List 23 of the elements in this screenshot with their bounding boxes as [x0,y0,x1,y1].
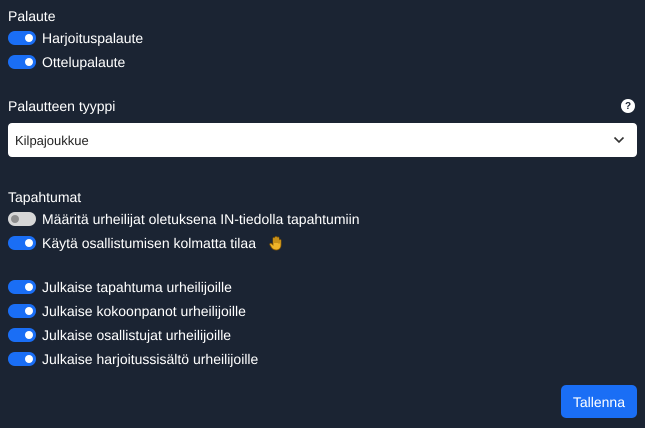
dropdown-field[interactable]: Kilpajoukkue [8,123,637,157]
section-title: Palaute [8,7,56,26]
toggle-switch[interactable] [8,212,36,226]
toggle-label: Julkaise kokoonpanot urheilijoille [42,303,246,319]
toggle-label: Harjoituspalaute [42,30,144,46]
help-icon[interactable]: ? [621,99,635,113]
save-button[interactable]: Tallenna [560,385,637,418]
toggle-switch[interactable] [8,352,36,366]
toggle-label: Käytä osallistumisen kolmatta tilaa [42,235,256,251]
toggle-switch[interactable] [8,304,36,318]
toggle-switch[interactable] [8,328,36,342]
toggle-switch[interactable] [8,280,36,294]
toggle-label: Ottelupalaute [42,54,126,70]
field-label: Palautteen tyyppi [8,98,116,114]
toggle-label: Julkaise osallistujat urheilijoille [42,327,232,343]
toggle-switch[interactable] [8,236,36,250]
toggle-switch[interactable] [8,55,36,69]
toggle-label: Julkaise tapahtuma urheilijoille [42,279,232,295]
toggle-label: Julkaise harjoitussisältö urheilijoille [42,351,258,367]
section-title: Tapahtumat [8,188,82,207]
chevron-down-icon [613,136,625,144]
toggle-label: Määritä urheilijat oletuksena IN-tiedolla tapahtumiin [42,211,360,227]
toggle-switch[interactable] [8,31,36,45]
